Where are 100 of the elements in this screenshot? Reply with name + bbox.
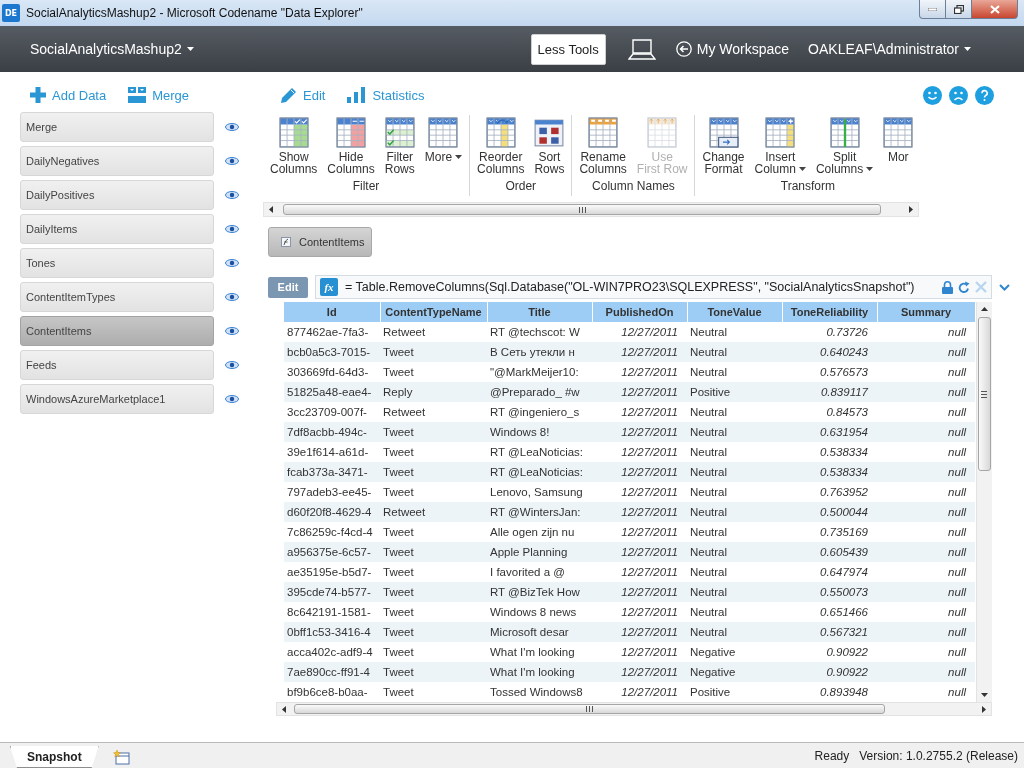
smile-icon (923, 85, 942, 105)
eye-icon (225, 191, 239, 199)
table-cell: Tweet (380, 342, 487, 362)
preview-button[interactable] (222, 290, 242, 304)
query-item[interactable]: DailyItems (20, 214, 214, 244)
ribbon-button[interactable]: Change Format (697, 115, 750, 175)
preview-button[interactable] (222, 392, 242, 406)
lock-icon (942, 280, 953, 294)
table-cell: 7c86259c-f4cd-4 (284, 522, 380, 542)
eye-icon (225, 123, 239, 131)
table-cell: 303669fd-64d3- (284, 362, 380, 382)
vertical-scrollbar[interactable] (975, 302, 992, 702)
restore-icon (953, 4, 964, 14)
frown-button[interactable] (949, 85, 968, 105)
formula-field[interactable]: fx = Table.RemoveColumns(Sql.Database("OL-WIN7PRO23\SQLEXPRESS", "SocialAnalyticsSnapshot") (315, 275, 992, 299)
column-header[interactable]: ContentTypeName (380, 302, 487, 322)
table-cell: Windows 8! (487, 422, 592, 442)
lock-button[interactable] (942, 280, 953, 294)
sheet-tab[interactable]: Snapshot (10, 746, 99, 768)
arrow-right-icon (982, 705, 986, 713)
close-icon (989, 4, 1000, 14)
eye-icon (225, 327, 239, 335)
query-step-button[interactable]: ContentItems (268, 227, 372, 257)
scrollbar-thumb[interactable] (977, 317, 991, 471)
horizontal-scrollbar[interactable] (276, 702, 992, 716)
table-cell: null (877, 362, 975, 382)
group-label: Transform (780, 179, 835, 193)
ribbon-button[interactable]: Insert Column (749, 115, 811, 175)
column-header[interactable]: ToneValue (687, 302, 782, 322)
table-cell: Neutral (687, 322, 782, 342)
ribbon-button[interactable]: Rename Columns (574, 115, 632, 175)
workspace-link[interactable]: My Workspace (675, 41, 790, 57)
table-cell: Retweet (380, 502, 487, 522)
scrollbar-thumb[interactable] (294, 704, 885, 714)
table-cell: Tweet (380, 562, 487, 582)
table-cell: Alle ogen zijn nu (487, 522, 592, 542)
caret-icon (866, 167, 874, 171)
ribbon-button[interactable]: Split Columns (810, 115, 879, 175)
restore-button[interactable] (945, 0, 972, 19)
group-label: Filter (352, 179, 380, 193)
table-check-icon (278, 117, 309, 148)
table-cell: 12/27/2011 (592, 422, 687, 442)
query-item[interactable]: ContentItems (20, 316, 214, 346)
column-header[interactable]: Title (487, 302, 592, 322)
table-cell: What I'm looking (487, 662, 592, 682)
column-header[interactable]: Summary (877, 302, 975, 322)
ribbon-button[interactable]: Mor (878, 115, 919, 163)
preview-button[interactable] (222, 324, 242, 338)
workbook-menu[interactable]: SocialAnalyticsMashup2 (30, 41, 194, 57)
preview-button[interactable] (222, 358, 242, 372)
app-logo: DE (2, 4, 20, 22)
ribbon-button[interactable]: More (419, 115, 468, 163)
help-button[interactable] (975, 85, 994, 105)
preview-button[interactable] (222, 188, 242, 202)
ribbon-button[interactable]: Sort Rows (529, 115, 570, 175)
table-cell: Tweet (380, 542, 487, 562)
less-tools-button[interactable]: Less Tools (530, 33, 606, 65)
query-item[interactable]: Feeds (20, 350, 214, 380)
ribbon-button[interactable]: Hide Columns (322, 115, 380, 175)
query-item[interactable]: Tones (20, 248, 214, 278)
table-cell: 0.500044 (782, 502, 877, 522)
ribbon-button[interactable]: Filter Rows (379, 115, 420, 175)
table-cell: 0.576573 (782, 362, 877, 382)
table-cell: Neutral (687, 422, 782, 442)
help-icon (975, 85, 994, 105)
refresh-button[interactable] (958, 280, 970, 294)
ribbon-button[interactable]: Reorder Columns (472, 115, 530, 175)
scrollbar-thumb[interactable] (283, 204, 881, 215)
horizontal-scrollbar[interactable] (263, 202, 919, 217)
preview-button[interactable] (222, 222, 242, 236)
table-cell: Neutral (687, 402, 782, 422)
expand-button[interactable] (999, 283, 1010, 291)
query-item[interactable]: DailyPositives (20, 180, 214, 210)
ribbon-button[interactable]: Show Columns (265, 115, 323, 175)
user-menu[interactable]: OAKLEAF\Administrator (808, 41, 971, 57)
group-label: Column Names (592, 179, 675, 193)
table-cell: Windows 8 news (487, 602, 592, 622)
table-cell: 0.647974 (782, 562, 877, 582)
grip-icon (981, 390, 987, 398)
query-item[interactable]: Merge (20, 112, 214, 142)
close-button[interactable] (971, 0, 1018, 19)
pencil-icon (280, 86, 297, 104)
minimize-button[interactable] (919, 0, 946, 19)
preview-button[interactable] (222, 256, 242, 270)
query-item[interactable]: ContentItemTypes (20, 282, 214, 312)
smile-button[interactable] (923, 85, 942, 105)
column-header[interactable]: ToneReliability (782, 302, 877, 322)
table-split-icon (829, 117, 860, 148)
table-cell: 0.631954 (782, 422, 877, 442)
column-header[interactable]: Id (284, 302, 380, 322)
query-item[interactable]: WindowsAzureMarketplace1 (20, 384, 214, 414)
query-item[interactable]: DailyNegatives (20, 146, 214, 176)
table-cell: Tweet (380, 642, 487, 662)
table-cell: 51825a48-eae4- (284, 382, 380, 402)
column-header[interactable]: PublishedOn (592, 302, 687, 322)
preview-button[interactable] (222, 120, 242, 134)
preview-button[interactable] (222, 154, 242, 168)
table-cell: 0.90922 (782, 662, 877, 682)
table-icon (428, 117, 459, 148)
devices-button[interactable] (627, 38, 656, 60)
